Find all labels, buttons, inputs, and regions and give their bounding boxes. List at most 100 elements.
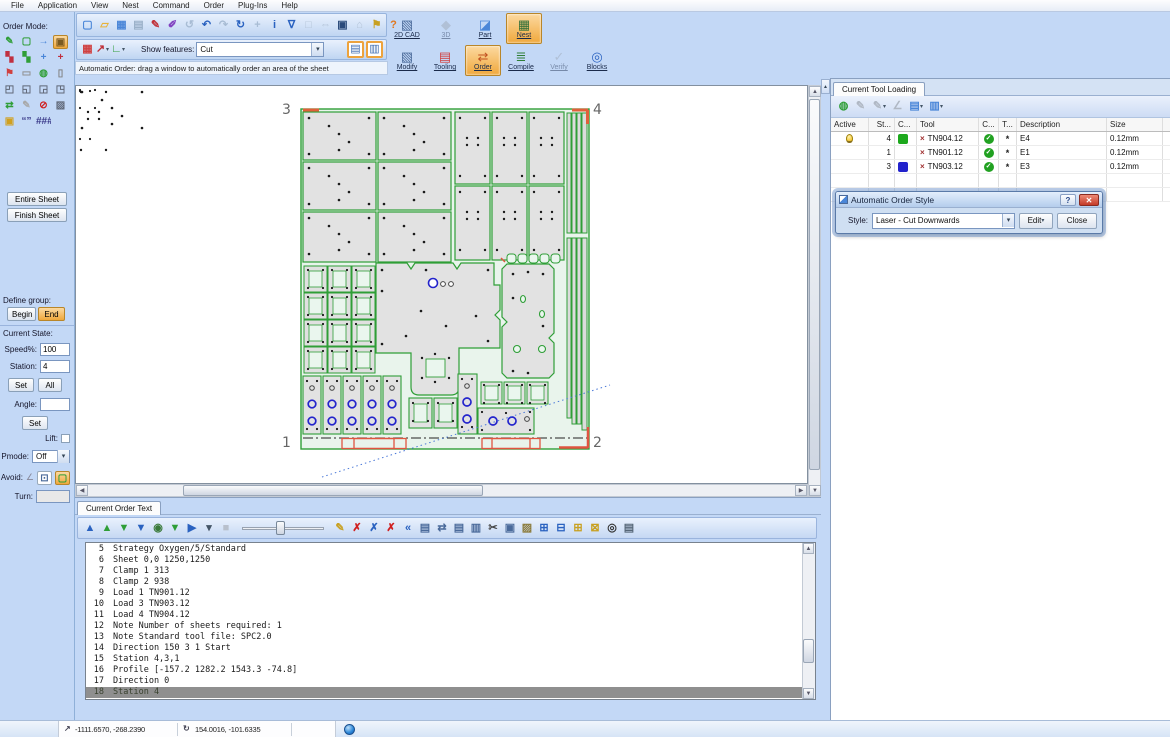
- edit-check-icon[interactable]: ✎: [333, 521, 347, 535]
- print-icon[interactable]: ▤: [131, 18, 146, 33]
- redo-icon[interactable]: ↷: [216, 18, 231, 33]
- angle-input[interactable]: [40, 398, 70, 411]
- yellow-window-icon[interactable]: ▣: [2, 115, 17, 129]
- order-line[interactable]: 14 Direction 150 3 1 Start: [86, 643, 802, 654]
- col-colour[interactable]: C...: [895, 118, 917, 131]
- speed-slider[interactable]: [242, 521, 324, 535]
- edit-style-button[interactable]: Edit▾: [1019, 213, 1053, 229]
- rotate-icon[interactable]: ↻: [233, 18, 248, 33]
- order-line[interactable]: 10 Load 3 TN903.12: [86, 599, 802, 610]
- scatter-parts-icon[interactable]: ▚: [2, 51, 17, 65]
- col-description[interactable]: Description: [1017, 118, 1107, 131]
- chevron-down-icon[interactable]: ▾: [940, 103, 943, 110]
- chevron-down-icon[interactable]: ▾: [920, 103, 923, 110]
- new-icon[interactable]: ▢: [80, 18, 95, 33]
- tab-current-tool-loading[interactable]: Current Tool Loading: [833, 82, 925, 96]
- show-features-select[interactable]: Cut▾: [196, 42, 324, 57]
- order-line[interactable]: 7 Clamp 1 313: [86, 566, 802, 577]
- chevron-down-icon[interactable]: ▾: [57, 450, 69, 463]
- order-line[interactable]: 17 Direction 0: [86, 676, 802, 687]
- tool-row[interactable]: 3 ×TN903.12 ✓ * E3 0.12mm: [831, 160, 1170, 174]
- nav-button[interactable]: ▦Nest: [506, 13, 542, 44]
- move-parts-icon[interactable]: +: [36, 51, 51, 65]
- order-line[interactable]: 6 Sheet 0,0 1250,1250: [86, 555, 802, 566]
- monitor1-icon[interactable]: ◰: [2, 83, 17, 97]
- scroll-down-icon[interactable]: ▼: [809, 485, 821, 496]
- monitor3-icon[interactable]: ◲: [36, 83, 51, 97]
- next-icon[interactable]: ▼: [117, 521, 131, 535]
- nav-button[interactable]: ▧Modify: [389, 45, 425, 76]
- order-text-box[interactable]: 5 Strategy Oxygen/5/Standard 6 Sheet 0,0…: [85, 542, 816, 700]
- flag-mode-icon[interactable]: ⚑: [2, 67, 17, 81]
- slug-icon[interactable]: ▭: [19, 67, 34, 81]
- order-line[interactable]: 9 Load 1 TN901.12: [86, 588, 802, 599]
- chevron-down-icon[interactable]: ▾: [122, 46, 125, 53]
- nav-button[interactable]: ◎Blocks: [579, 45, 615, 76]
- paste-icon[interactable]: ▨: [520, 521, 534, 535]
- discard-icon[interactable]: ▯: [53, 67, 68, 81]
- menu-item[interactable]: Command: [146, 0, 197, 11]
- quotes-icon[interactable]: “”: [19, 115, 34, 129]
- nav-button[interactable]: ⇄Order: [465, 45, 501, 76]
- user-icon[interactable]: ⌂: [352, 18, 367, 33]
- lift-checkbox[interactable]: [61, 434, 70, 443]
- chevron-down-icon[interactable]: ▾: [1002, 214, 1014, 227]
- fit-icon[interactable]: ⇔: [318, 18, 333, 33]
- order-sequence-icon[interactable]: →: [36, 35, 51, 49]
- scroll-left-icon[interactable]: ◀: [76, 485, 88, 496]
- menu-item[interactable]: Application: [31, 0, 84, 11]
- station-set-button[interactable]: Set: [8, 378, 34, 392]
- move-parts2-icon[interactable]: +: [53, 51, 68, 65]
- delete-icon[interactable]: ✗: [350, 521, 364, 535]
- flag-icon[interactable]: ⚑: [369, 18, 384, 33]
- split-horizontal-button[interactable]: ▤: [347, 41, 364, 58]
- order-line[interactable]: 13 Note Standard tool file: SPC2.0: [86, 632, 802, 643]
- editor-icon[interactable]: ▣: [335, 18, 350, 33]
- insert-before-icon[interactable]: ⊞: [537, 521, 551, 535]
- window-send-icon[interactable]: ▤: [452, 521, 466, 535]
- dialog-help-button[interactable]: ?: [1060, 194, 1076, 206]
- station-all-button[interactable]: All: [38, 378, 62, 392]
- angle-set-button[interactable]: Set: [22, 416, 48, 430]
- auto-order-icon[interactable]: ▣: [53, 35, 68, 49]
- order-pencil-icon[interactable]: ✎: [2, 35, 17, 49]
- col-size[interactable]: Size: [1107, 118, 1163, 131]
- pencil-gray-icon[interactable]: ✎: [19, 99, 34, 113]
- station-input[interactable]: [40, 360, 70, 373]
- nav-button[interactable]: ≣Compile: [503, 45, 539, 76]
- goto-top-icon[interactable]: ▲: [83, 521, 97, 535]
- collapse-left-icon[interactable]: «: [401, 521, 415, 535]
- monitor4-icon[interactable]: ◳: [53, 83, 68, 97]
- stop-icon[interactable]: ■: [219, 521, 233, 535]
- copy-icon[interactable]: ▣: [503, 521, 517, 535]
- order-line[interactable]: 11 Load 4 TN904.12: [86, 610, 802, 621]
- drawing-canvas[interactable]: 3 4 1 2: [75, 85, 808, 484]
- page-icon[interactable]: ▨: [53, 99, 68, 113]
- finish-sheet-button[interactable]: Finish Sheet: [7, 208, 67, 222]
- close-dialog-button[interactable]: Close: [1057, 213, 1097, 229]
- col-station[interactable]: St...: [869, 118, 895, 131]
- delete-block-icon[interactable]: ✗: [384, 521, 398, 535]
- hscroll-thumb[interactable]: [183, 485, 483, 496]
- slider-thumb[interactable]: [276, 521, 285, 535]
- dialog-titlebar[interactable]: Automatic Order Style ? ✕: [836, 192, 1102, 208]
- scatter-parts2-icon[interactable]: ▚: [19, 51, 34, 65]
- prev-icon[interactable]: ▲: [100, 521, 114, 535]
- path-icon[interactable]: ∠: [890, 99, 905, 114]
- order-line[interactable]: 8 Clamp 2 938: [86, 577, 802, 588]
- nav-button[interactable]: ▧2D CAD: [389, 13, 425, 44]
- entire-sheet-button[interactable]: Entire Sheet: [7, 192, 67, 206]
- menu-item[interactable]: Plug-Ins: [231, 0, 274, 11]
- edit-tool-icon[interactable]: ✎: [853, 99, 868, 114]
- reorder-icon[interactable]: ⇄: [435, 521, 449, 535]
- chevron-down-icon[interactable]: ▾: [883, 103, 886, 110]
- order-style-select[interactable]: Laser - Cut Downwards▾: [872, 213, 1015, 229]
- order-line[interactable]: 5 Strategy Oxygen/5/Standard: [86, 544, 802, 555]
- find-icon[interactable]: ◎: [605, 521, 619, 535]
- nav-button[interactable]: ▤Tooling: [427, 45, 463, 76]
- info-icon[interactable]: i: [267, 18, 282, 33]
- col-active[interactable]: Active: [831, 118, 869, 131]
- menu-item[interactable]: Help: [274, 0, 304, 11]
- menu-item[interactable]: Order: [197, 0, 231, 11]
- cut-icon[interactable]: ✂: [486, 521, 500, 535]
